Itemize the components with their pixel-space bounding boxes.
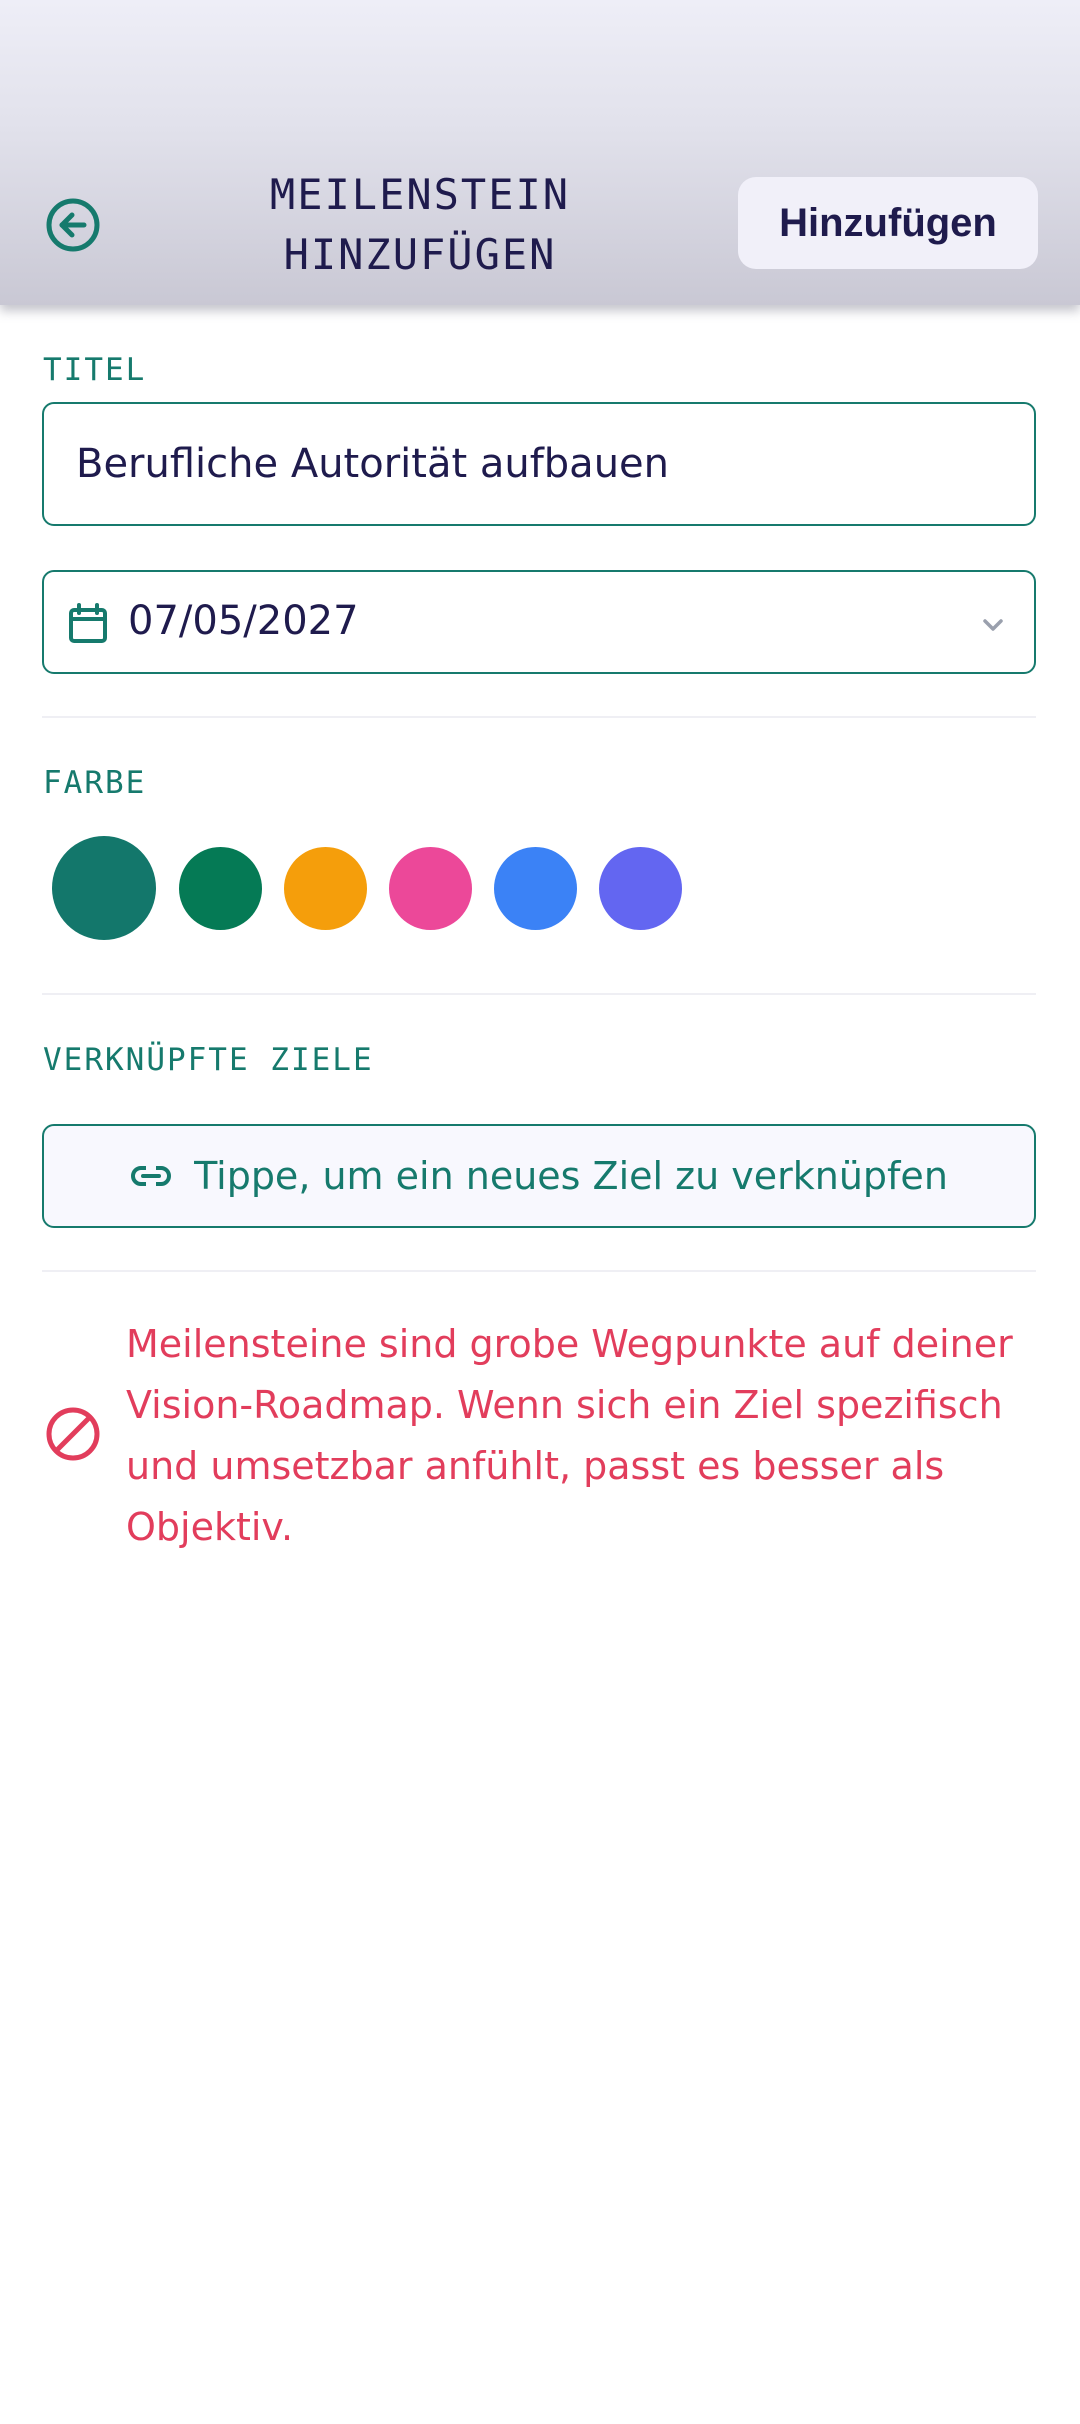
link-goal-label: Tippe, um ein neues Ziel zu verknüpfen	[194, 1154, 948, 1198]
prohibited-icon	[46, 1407, 100, 1461]
date-picker[interactable]: 07/05/2027	[42, 570, 1036, 674]
color-swatch-amber[interactable]	[284, 847, 367, 930]
date-value: 07/05/2027	[128, 598, 359, 644]
color-swatch-pink[interactable]	[389, 847, 472, 930]
color-swatch-blue[interactable]	[494, 847, 577, 930]
link-icon	[131, 1166, 172, 1186]
color-swatch-teal-selected[interactable]	[52, 836, 156, 940]
calendar-icon	[69, 603, 107, 643]
page-title-line-1: MEILENSTEIN	[269, 170, 571, 219]
linked-goals-section-label: VERKNÜPFTE ZIELE	[43, 1042, 374, 1078]
color-swatch-green[interactable]	[179, 847, 262, 930]
app-header: MEILENSTEIN HINZUFÜGEN Hinzufügen	[0, 0, 1080, 305]
title-input[interactable]	[42, 402, 1036, 526]
divider	[42, 993, 1036, 995]
color-swatch-indigo[interactable]	[599, 847, 682, 930]
title-section-label: TITEL	[43, 352, 147, 388]
milestone-hint-text: Meilensteine sind grobe Wegpunkte auf de…	[126, 1322, 1013, 1549]
divider	[42, 1270, 1036, 1272]
color-section-label: FARBE	[43, 765, 147, 801]
page-title: MEILENSTEIN HINZUFÜGEN	[170, 165, 670, 285]
arrow-left-circle-icon	[46, 198, 100, 252]
back-button[interactable]	[44, 196, 102, 254]
divider	[42, 716, 1036, 718]
link-goal-button[interactable]: Tippe, um ein neues Ziel zu verknüpfen	[42, 1124, 1036, 1228]
page-title-line-2: HINZUFÜGEN	[283, 230, 557, 279]
add-button[interactable]: Hinzufügen	[738, 177, 1038, 269]
chevron-down-icon	[983, 619, 1003, 631]
